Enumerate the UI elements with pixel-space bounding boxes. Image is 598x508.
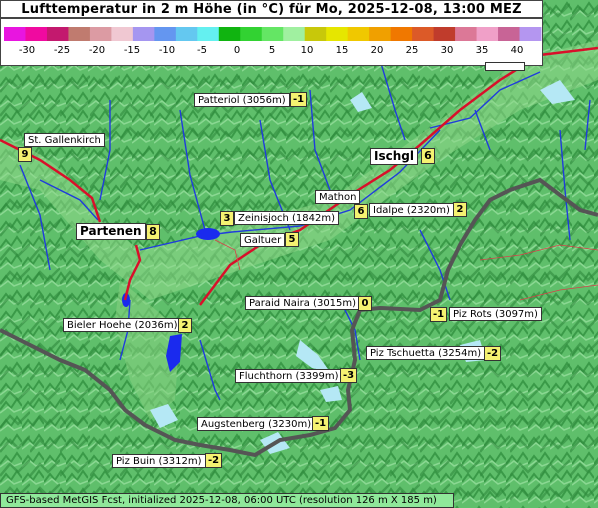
weather-map: Lufttemperatur in 2 m Höhe (in °C) für M… xyxy=(0,0,598,508)
legend-swatch xyxy=(197,27,220,41)
legend-swatch xyxy=(25,27,48,41)
legend-swatch xyxy=(4,27,26,41)
legend-tick-label: 10 xyxy=(300,45,314,56)
place-label-paraid-naira: Paraid Naira (3015m) xyxy=(245,296,361,310)
legend-tick-label: 30 xyxy=(440,45,454,56)
legend-tick-label: 35 xyxy=(475,45,489,56)
legend-tick-label: -30 xyxy=(18,45,36,56)
place-label-idalpe: Idalpe (2320m) xyxy=(369,203,454,217)
place-value-augstenberg: -1 xyxy=(312,416,330,431)
legend-swatch xyxy=(46,27,69,41)
place-value-galtuer: 5 xyxy=(285,232,299,247)
terrain-map xyxy=(0,0,598,508)
legend-swatch xyxy=(369,27,392,41)
temperature-legend: -30 -25 -20 -15 -10 -5 0 5 10 15 20 25 30 35 40 xyxy=(0,18,543,66)
legend-swatch xyxy=(68,27,91,41)
legend-swatch xyxy=(498,27,521,41)
legend-swatch xyxy=(283,27,306,41)
legend-swatch xyxy=(390,27,413,41)
overview-box xyxy=(485,62,525,71)
legend-tick-label: -10 xyxy=(158,45,176,56)
legend-tick-label: 20 xyxy=(370,45,384,56)
place-value-idalpe: 2 xyxy=(453,202,467,217)
legend-swatch xyxy=(218,27,241,41)
forecast-footer: GFS-based MetGIS Fcst, initialized 2025-… xyxy=(0,493,454,508)
legend-swatch xyxy=(304,27,327,41)
legend-swatch xyxy=(347,27,370,41)
place-label-piz-rots: Piz Rots (3097m) xyxy=(449,307,542,321)
place-value-piz-buin: -2 xyxy=(205,453,223,468)
place-label-bieler-hoehe: Bieler Hoehe (2036m) xyxy=(63,318,182,332)
legend-tick-label: 25 xyxy=(405,45,419,56)
place-value-fluchthorn: -3 xyxy=(340,368,358,383)
legend-tick-label: -25 xyxy=(53,45,71,56)
legend-swatch xyxy=(132,27,155,41)
legend-tick-label: 5 xyxy=(268,45,276,56)
place-label-fluchthorn: Fluchthorn (3399m) xyxy=(235,369,343,383)
legend-tick-label: -15 xyxy=(123,45,141,56)
place-label-partenen: Partenen xyxy=(76,223,146,240)
legend-tick-label: -5 xyxy=(197,45,207,56)
legend-swatch xyxy=(519,27,542,41)
legend-swatch xyxy=(240,27,263,41)
place-value-paraid-naira: 0 xyxy=(358,296,372,311)
legend-swatch xyxy=(455,27,478,41)
place-label-zeinisjoch: Zeinisjoch (1842m) xyxy=(234,211,340,225)
place-value-piz-rots: -1 xyxy=(430,307,448,322)
place-label-augstenberg: Augstenberg (3230m) xyxy=(197,417,316,431)
legend-swatch xyxy=(154,27,177,41)
legend-tick-label: 40 xyxy=(510,45,524,56)
place-label-piz-buin: Piz Buin (3312m) xyxy=(112,454,206,468)
place-label-piz-tschuetta: Piz Tschuetta (3254m) xyxy=(366,346,486,360)
legend-tick-label: -20 xyxy=(88,45,106,56)
legend-swatch xyxy=(175,27,198,41)
place-value-bieler-hoehe: 2 xyxy=(178,318,192,333)
legend-swatch xyxy=(111,27,134,41)
place-label-st-gallenkirch: St. Gallenkirch xyxy=(24,133,105,147)
place-label-ischgl: Ischgl xyxy=(370,148,418,165)
place-value-mathon: 6 xyxy=(354,204,368,219)
legend-swatch xyxy=(412,27,435,41)
place-value-piz-tschuetta: -2 xyxy=(484,346,502,361)
map-title: Lufttemperatur in 2 m Höhe (in °C) für M… xyxy=(0,0,543,18)
legend-swatch xyxy=(476,27,499,41)
legend-tick-label: 15 xyxy=(335,45,349,56)
legend-swatch xyxy=(433,27,456,41)
legend-tick-label: 0 xyxy=(233,45,241,56)
place-value-ischgl: 6 xyxy=(421,148,435,164)
place-label-mathon: Mathon xyxy=(315,190,361,204)
legend-swatch xyxy=(261,27,284,41)
place-value-zeinisjoch: 3 xyxy=(220,211,234,226)
legend-swatch xyxy=(326,27,349,41)
place-value-patteriol: -1 xyxy=(290,92,308,107)
legend-swatch xyxy=(89,27,112,41)
place-value-partenen: 8 xyxy=(146,224,160,240)
place-label-galtuer: Galtuer xyxy=(240,233,286,247)
legend-color-bar xyxy=(4,27,542,41)
place-value-st-gallenkirch: 9 xyxy=(18,147,32,162)
place-label-patteriol: Patteriol (3056m) xyxy=(194,93,290,107)
